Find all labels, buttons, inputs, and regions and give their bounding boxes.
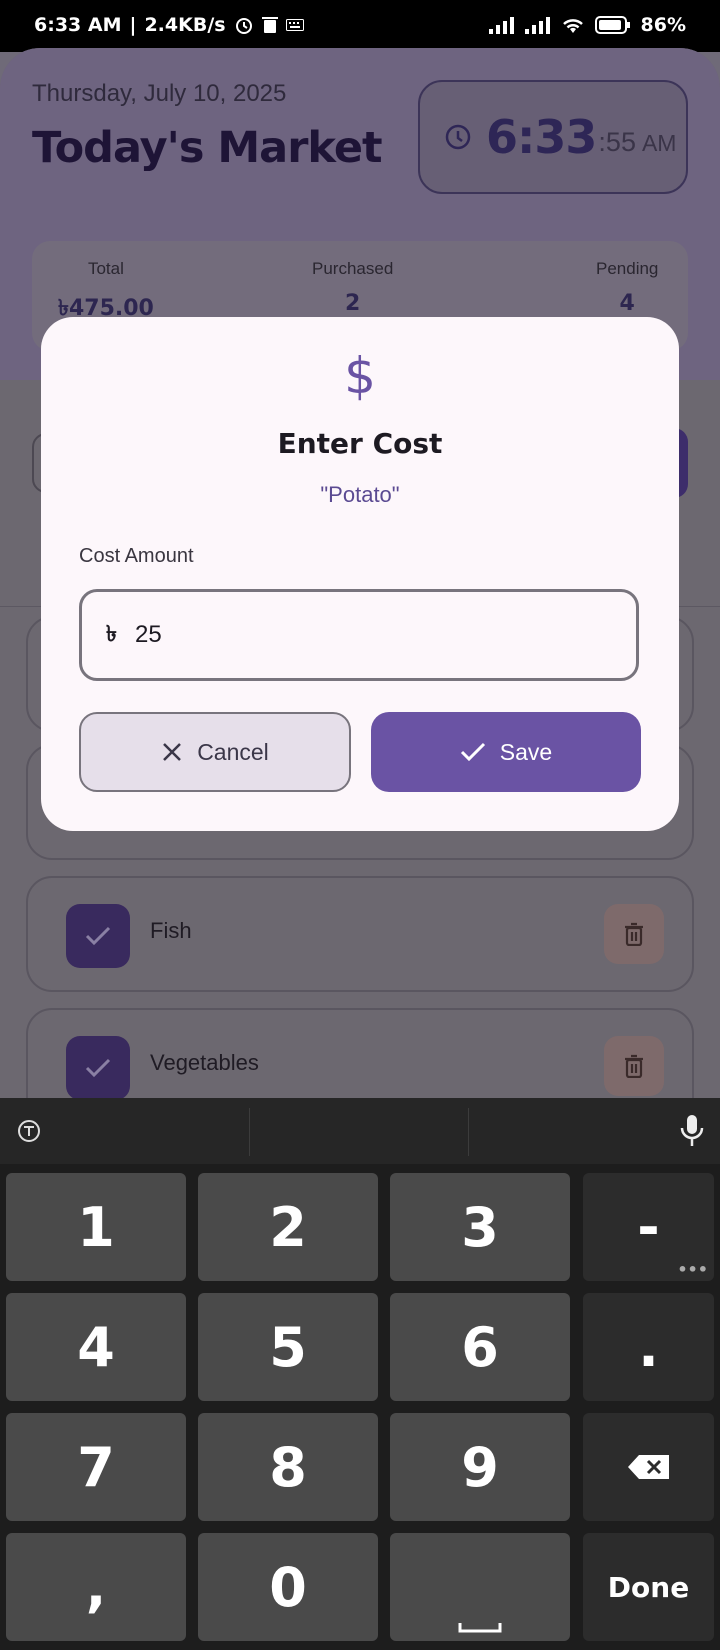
date-text: Thursday, July 10, 2025 (32, 80, 287, 107)
numeric-keyboard: 1 2 3 - ••• 4 5 6 . 7 8 9 , 0 Done (0, 1098, 720, 1650)
delete-button[interactable] (604, 1036, 664, 1096)
space-key[interactable] (390, 1533, 570, 1641)
dialog-title: Enter Cost (277, 427, 443, 460)
stat-total-label: Total (87, 259, 124, 278)
save-button[interactable]: Save (371, 712, 641, 792)
stat-purchased-label: Purchased (312, 259, 394, 278)
translate-icon[interactable] (16, 1118, 42, 1144)
check-icon (460, 742, 485, 762)
item-name: Fish (150, 918, 192, 943)
cancel-label: Cancel (197, 738, 269, 765)
key-3[interactable]: 3 (390, 1173, 570, 1281)
key-1[interactable]: 1 (6, 1173, 186, 1281)
close-icon (163, 743, 182, 761)
stat-pending: Pending 4 (596, 259, 658, 316)
key-0[interactable]: 0 (198, 1533, 378, 1641)
cost-amount-value: 25 (134, 621, 162, 648)
keyboard-toolbar (0, 1098, 720, 1164)
key-period[interactable]: . (583, 1293, 714, 1401)
page-title: Today's Market (32, 123, 383, 173)
list-item[interactable]: Fish (26, 876, 694, 992)
stat-pending-value: 4 (619, 291, 635, 316)
battery-percent: 86% (640, 14, 686, 36)
enter-cost-dialog: $ Enter Cost "Potato" Cost Amount ৳ 25 C… (41, 317, 679, 831)
currency-symbol: ৳ (106, 621, 117, 647)
status-time: 6:33 AM (34, 14, 122, 36)
cost-amount-label: Cost Amount (79, 545, 194, 567)
trash-icon (625, 1054, 643, 1078)
signal-icon-2 (524, 17, 550, 34)
checkbox[interactable] (66, 904, 130, 968)
key-9[interactable]: 9 (390, 1413, 570, 1521)
dialog-item-name: "Potato" (320, 482, 400, 507)
microphone-icon[interactable] (680, 1114, 704, 1148)
clock-ampm: AM (641, 129, 677, 156)
clock-seconds: :55 (598, 126, 636, 157)
key-7[interactable]: 7 (6, 1413, 186, 1521)
toolbar-divider (249, 1108, 250, 1156)
alarm-icon (235, 18, 252, 34)
list-item[interactable]: Vegetables (26, 1008, 694, 1098)
signal-icon (488, 17, 514, 34)
checkbox[interactable] (66, 1036, 130, 1098)
key-minus[interactable]: - ••• (583, 1173, 714, 1281)
key-2[interactable]: 2 (198, 1173, 378, 1281)
wifi-icon (562, 19, 583, 33)
key-minus-label: - (637, 1195, 660, 1259)
trash-icon (625, 922, 643, 946)
backspace-key[interactable] (583, 1413, 714, 1521)
key-5[interactable]: 5 (198, 1293, 378, 1401)
status-bar: 6:33 AM | 2.4KB/s 86% (0, 0, 720, 52)
key-4[interactable]: 4 (6, 1293, 186, 1401)
check-icon (85, 1058, 111, 1078)
trash-status-icon (261, 17, 278, 33)
more-symbols-icon: ••• (677, 1260, 708, 1279)
check-icon (85, 926, 111, 946)
stat-pending-label: Pending (596, 259, 659, 278)
clock-widget: 6:33 :55 AM (418, 80, 688, 194)
delete-button[interactable] (604, 904, 664, 964)
battery-icon (594, 16, 630, 34)
item-name: Vegetables (150, 1050, 259, 1075)
stat-purchased: Purchased 2 (312, 259, 393, 316)
cancel-button[interactable]: Cancel (79, 712, 351, 792)
keyboard-status-icon (285, 19, 304, 31)
clock-icon (445, 124, 471, 150)
save-label: Save (499, 738, 553, 765)
key-6[interactable]: 6 (390, 1293, 570, 1401)
key-8[interactable]: 8 (198, 1413, 378, 1521)
key-comma[interactable]: , (6, 1533, 186, 1641)
clock-hours-minutes: 6:33 (486, 110, 597, 164)
status-separator: | (129, 14, 137, 36)
dollar-icon: $ (344, 347, 376, 405)
cost-amount-input[interactable]: ৳ 25 (79, 589, 639, 681)
backspace-icon (627, 1455, 669, 1479)
toolbar-divider (468, 1108, 469, 1156)
status-network-speed: 2.4KB/s (144, 14, 226, 36)
stat-purchased-value: 2 (344, 291, 361, 316)
done-key[interactable]: Done (583, 1533, 714, 1641)
space-icon (458, 1623, 502, 1633)
